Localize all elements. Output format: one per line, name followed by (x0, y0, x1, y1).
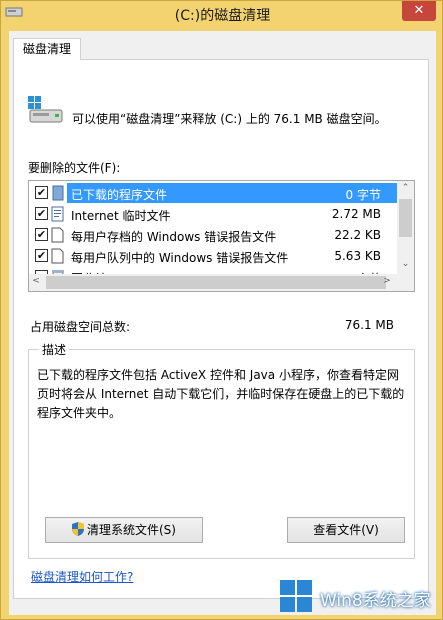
folder-icon (51, 185, 65, 201)
file-size: 2.72 MB (331, 207, 381, 221)
summary-headline: 可以使用“磁盘清理”来释放 (C:) 上的 76.1 MB 磁盘空间。 (72, 112, 387, 126)
drive-icon (28, 96, 63, 123)
description-group: 描述 已下载的程序文件包括 ActiveX 控件和 Java 小程序，你查看特定… (28, 341, 415, 559)
list-item[interactable]: ✔ 每用户存档的 Windows 错误报告文件 22.2 KB (31, 225, 397, 245)
file-checkbox[interactable]: ✔ (35, 186, 48, 199)
clean-system-files-label: 清理系统文件(S) (87, 523, 176, 537)
blank-file-icon (51, 248, 65, 264)
description-title: 描述 (39, 341, 70, 358)
help-link[interactable]: 磁盘清理如何工作? (31, 568, 133, 585)
file-size: 0 字节 (345, 188, 381, 202)
scroll-left-icon[interactable]: < (29, 276, 43, 286)
file-name: 每用户存档的 Windows 错误报告文件 (71, 230, 277, 244)
description-text: 已下载的程序文件包括 ActiveX 控件和 Java 小程序，你查看特定网页时… (37, 368, 405, 420)
file-size: 5.63 KB (334, 249, 381, 263)
close-button[interactable]: ✕ (402, 1, 436, 21)
window-title: (C:)的磁盘清理 (174, 8, 271, 24)
watermark-text: Win8系统之家 (320, 591, 431, 611)
horizontal-scrollbar[interactable]: < > (29, 274, 414, 291)
scroll-up-icon[interactable]: ⌃ (397, 183, 414, 193)
vertical-scroll-thumb[interactable] (399, 199, 412, 237)
total-space-label: 占用磁盘空间总数: (30, 320, 131, 334)
file-size: 22.2 KB (334, 228, 381, 242)
watermark: Win8系统之家 (276, 576, 443, 620)
horizontal-scroll-thumb[interactable] (46, 276, 386, 289)
vertical-scrollbar[interactable]: ⌃ ⌄ (397, 181, 414, 274)
file-name: 已下载的程序文件 (71, 188, 168, 202)
view-files-button[interactable]: 查看文件(V) (287, 517, 405, 543)
scroll-down-icon[interactable]: ⌄ (397, 259, 414, 269)
title-bar[interactable]: (C:)的磁盘清理 ✕ (1, 1, 443, 29)
file-checkbox[interactable]: ✔ (35, 249, 48, 262)
files-to-delete-label: 要删除的文件(F): (28, 161, 121, 175)
list-item[interactable]: ✔ 每用户队列中的 Windows 错误报告文件 5.63 KB (31, 246, 397, 266)
files-list[interactable]: ✔ 已下载的程序文件 0 字节 ✔ Internet 临时文件 2.72 MB ✔ 每用户存档… (28, 180, 415, 292)
list-item[interactable]: ✔ 已下载的程序文件 0 字节 (31, 183, 397, 203)
tab-disk-cleanup[interactable]: 磁盘清理 (13, 38, 81, 60)
clean-system-files-button[interactable]: 清理系统文件(S) (45, 517, 203, 543)
uac-shield-icon (72, 522, 84, 536)
file-name: Internet 临时文件 (71, 209, 171, 223)
window-frame: (C:)的磁盘清理 ✕ 磁盘清理 可以使用“磁盘清理”来释放 (C:) 上的 7… (0, 0, 443, 620)
list-item[interactable]: ✔ Internet 临时文件 2.72 MB (31, 204, 397, 224)
blank-file-icon (51, 227, 65, 243)
tab-panel: 可以使用“磁盘清理”来释放 (C:) 上的 76.1 MB 磁盘空间。 要删除的… (13, 59, 429, 599)
file-name: 每用户队列中的 Windows 错误报告文件 (71, 251, 289, 265)
file-checkbox[interactable]: ✔ (35, 207, 48, 220)
windows-logo-icon (280, 580, 312, 612)
scroll-right-icon[interactable]: > (380, 276, 394, 286)
dialog-client: 磁盘清理 可以使用“磁盘清理”来释放 (C:) 上的 76.1 MB 磁盘空间。… (9, 31, 436, 615)
document-icon (51, 206, 65, 222)
file-checkbox[interactable]: ✔ (35, 228, 48, 241)
total-space-value: 76.1 MB (344, 318, 394, 332)
